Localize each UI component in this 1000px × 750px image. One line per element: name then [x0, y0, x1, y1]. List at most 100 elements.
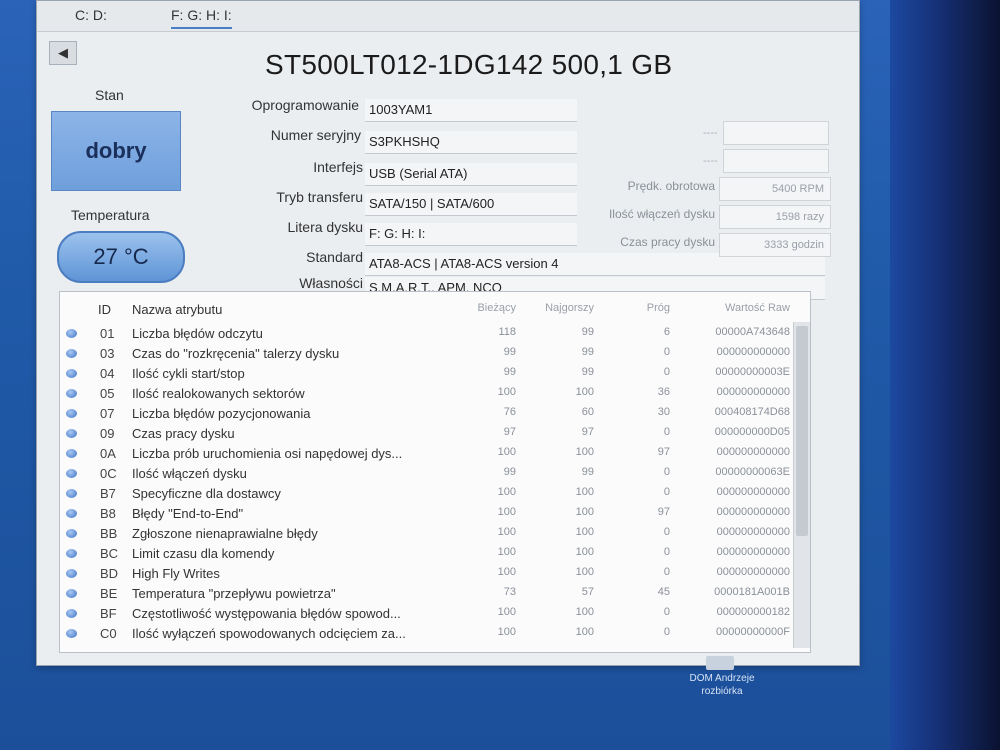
back-button[interactable]: ◀ — [49, 41, 77, 65]
current-value: 100 — [497, 486, 516, 498]
desktop-folder-icon[interactable] — [706, 656, 734, 670]
worst-value: 100 — [575, 546, 594, 558]
raw-value: 00000000000F — [715, 626, 790, 638]
attribute-name: Ilość wyłączeń spowodowanych odcięciem z… — [132, 626, 406, 641]
current-value: 100 — [497, 386, 516, 398]
desktop-icon-label-line2: rozbiórka — [701, 686, 743, 697]
current-value: 100 — [497, 526, 516, 538]
status-dot-icon — [66, 609, 77, 618]
smart-attributes-table[interactable]: ID Nazwa atrybutu Bieżący Najgorszy Próg… — [59, 291, 811, 653]
table-row[interactable]: 0C Ilość włączeń dysku 99 99 0 00000000063E — [60, 464, 790, 484]
table-row[interactable]: 03 Czas do "rozkręcenia" talerzy dysku 99 9… — [60, 344, 790, 364]
attribute-name: Limit czasu dla komendy — [132, 546, 275, 561]
current-value: 73 — [503, 586, 516, 598]
table-row[interactable]: 07 Liczba błędów pozycjonowania 76 60 30 0004… — [60, 404, 790, 424]
raw-value: 000000000000 — [716, 506, 790, 518]
current-value: 100 — [497, 626, 516, 638]
worst-value: 60 — [581, 406, 594, 418]
arrow-left-icon: ◀ — [58, 45, 68, 60]
table-row[interactable]: 01 Liczba błędów odczytu 118 99 6 00000A74364… — [60, 324, 790, 344]
attribute-name: High Fly Writes — [132, 566, 220, 581]
table-row[interactable]: BB Zgłoszone nienaprawialne błędy 100 100 0 0… — [60, 524, 790, 544]
status-dot-icon — [66, 369, 77, 378]
attribute-name: Ilość cykli start/stop — [132, 366, 245, 381]
tab-drive-cd[interactable]: C: D: — [75, 7, 107, 23]
status-dot-icon — [66, 429, 77, 438]
attribute-name: Czas do "rozkręcenia" talerzy dysku — [132, 346, 340, 361]
power-on-count-value: 1598 razy — [719, 205, 831, 229]
worst-value: 57 — [581, 586, 594, 598]
worst-value: 99 — [581, 346, 594, 358]
worst-value: 100 — [575, 386, 594, 398]
worst-value: 97 — [581, 426, 594, 438]
header-current[interactable]: Bieżący — [456, 302, 516, 314]
table-scrollbar[interactable] — [793, 322, 810, 648]
attribute-name: Częstotliwość występowania błędów spowod… — [132, 606, 401, 621]
table-row[interactable]: BC Limit czasu dla komendy 100 100 0 00000000… — [60, 544, 790, 564]
worst-value: 100 — [575, 566, 594, 578]
threshold-value: 6 — [663, 326, 670, 338]
table-row[interactable]: 0A Liczba prób uruchomienia osi napędowej… — [60, 444, 790, 464]
rotation-speed-value: 5400 RPM — [719, 177, 831, 201]
attribute-name: Specyficzne dla dostawcy — [132, 486, 281, 501]
attribute-name: Ilość włączeń dysku — [132, 466, 247, 481]
threshold-value: 45 — [657, 586, 670, 598]
table-row[interactable]: B7 Specyficzne dla dostawcy 100 100 0 0000000… — [60, 484, 790, 504]
crystaldiskinfo-window: C: D: F: G: H: I: ◀ ST500LT012-1DG142 50… — [36, 0, 860, 666]
raw-value: 000000000000 — [716, 546, 790, 558]
current-value: 97 — [503, 426, 516, 438]
table-row[interactable]: BE Temperatura "przepływu powietrza" 73 57 4… — [60, 584, 790, 604]
threshold-value: 0 — [663, 606, 670, 618]
status-dot-icon — [66, 489, 77, 498]
table-row[interactable]: 09 Czas pracy dysku 97 97 0 000000000D05 — [60, 424, 790, 444]
status-dot-icon — [66, 589, 77, 598]
table-row[interactable]: BF Częstotliwość występowania błędów spow… — [60, 604, 790, 624]
header-worst[interactable]: Najgorszy — [534, 302, 594, 314]
tab-drive-fghi[interactable]: F: G: H: I: — [171, 7, 232, 29]
attribute-name: Liczba błędów odczytu — [132, 326, 263, 341]
status-dot-icon — [66, 409, 77, 418]
temperature-badge[interactable]: 27 °C — [57, 231, 185, 283]
empty-field-1 — [723, 121, 829, 145]
current-value: 99 — [503, 466, 516, 478]
worst-value: 99 — [581, 366, 594, 378]
threshold-value: 0 — [663, 486, 670, 498]
header-raw-value[interactable]: Wartość Raw — [720, 302, 790, 314]
worst-value: 99 — [581, 326, 594, 338]
raw-value: 00000000003E — [715, 366, 790, 378]
header-attribute-name[interactable]: Nazwa atrybutu — [132, 302, 222, 317]
threshold-value: 0 — [663, 426, 670, 438]
table-row[interactable]: BD High Fly Writes 100 100 0 000000000000 — [60, 564, 790, 584]
health-status-badge[interactable]: dobry — [51, 111, 181, 191]
scrollbar-thumb[interactable] — [796, 326, 808, 536]
threshold-value: 0 — [663, 626, 670, 638]
attribute-name: Zgłoszone nienaprawialne błędy — [132, 526, 318, 541]
status-dot-icon — [66, 389, 77, 398]
current-value: 100 — [497, 566, 516, 578]
table-row[interactable]: 04 Ilość cykli start/stop 99 99 0 00000000003… — [60, 364, 790, 384]
desktop-icon-label-line1: DOM Andrzeje — [689, 673, 755, 684]
table-row[interactable]: 05 Ilość realokowanych sektorów 100 100 36 00… — [60, 384, 790, 404]
status-dot-icon — [66, 349, 77, 358]
standard-label: Standard — [306, 249, 363, 265]
power-on-hours-value: 3333 godzin — [719, 233, 831, 257]
current-value: 100 — [497, 446, 516, 458]
worst-value: 100 — [575, 486, 594, 498]
table-row[interactable]: C0 Ilość wyłączeń spowodowanych odcięciem… — [60, 624, 790, 644]
threshold-value: 0 — [663, 346, 670, 358]
current-value: 118 — [498, 326, 516, 338]
header-threshold[interactable]: Próg — [610, 302, 670, 314]
status-dot-icon — [66, 469, 77, 478]
threshold-value: 97 — [657, 446, 670, 458]
table-row[interactable]: B8 Błędy "End-to-End" 100 100 97 000000000000 — [60, 504, 790, 524]
header-id[interactable]: ID — [98, 302, 111, 317]
disk-title: ST500LT012-1DG142 500,1 GB — [265, 49, 673, 80]
attribute-name: Czas pracy dysku — [132, 426, 235, 441]
attribute-name: Błędy "End-to-End" — [132, 506, 244, 521]
worst-value: 100 — [575, 446, 594, 458]
raw-value: 00000000063E — [715, 466, 790, 478]
desktop-icon-label[interactable]: DOM Andrzeje rozbiórka — [672, 672, 772, 698]
raw-value: 00000A743648 — [715, 326, 790, 338]
threshold-value: 0 — [663, 366, 670, 378]
current-value: 99 — [503, 346, 516, 358]
